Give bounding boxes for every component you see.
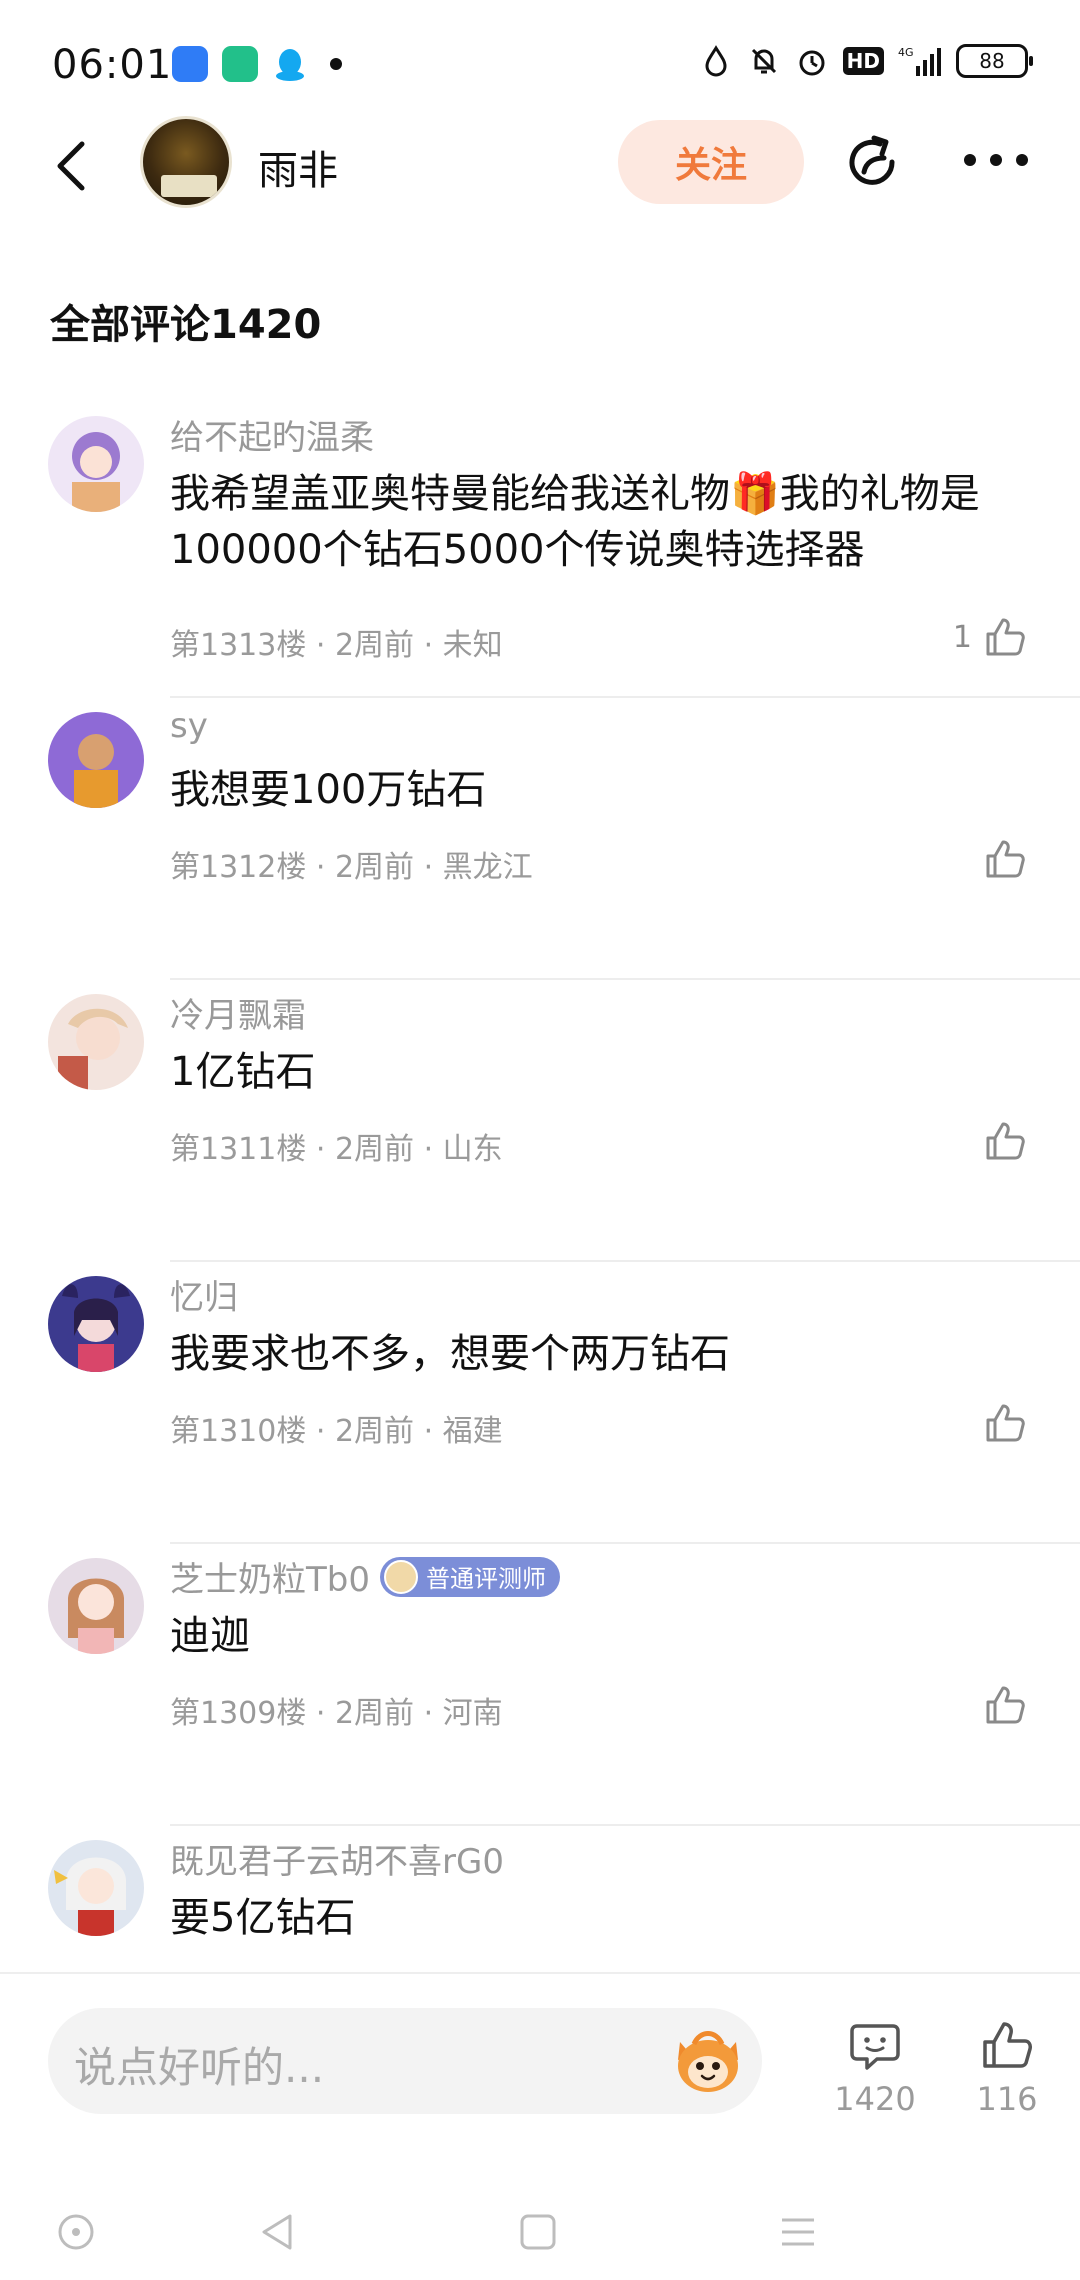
commenter-avatar[interactable]	[48, 994, 144, 1090]
commenter-avatar[interactable]	[48, 1840, 144, 1936]
back-nav-icon[interactable]	[256, 2210, 300, 2254]
system-status-icons: HD 4G 88	[699, 44, 1033, 78]
comment-item: 芝士奶粒Tb0 普通评测师 迪迦 第1309楼 · 2周前 · 河南	[0, 1544, 1080, 1826]
commenter-name-text: 既见君子云胡不喜rG0	[170, 1842, 504, 1882]
assistant-icon[interactable]	[54, 2210, 98, 2254]
commenter-name-text: 芝士奶粒Tb0	[170, 1560, 370, 1600]
badge-mascot-icon	[383, 1559, 418, 1594]
comment-meta: 第1310楼 · 2周前 · 福建	[170, 1414, 503, 1449]
thumbs-up-icon	[983, 2022, 1032, 2068]
commenter-avatar[interactable]	[48, 1558, 144, 1654]
recents-nav-icon[interactable]	[776, 2210, 820, 2254]
battery-app-icon	[222, 46, 258, 82]
like-count: 1	[952, 619, 972, 655]
commenter-name-text: 忆归	[170, 1278, 238, 1318]
commenter-avatar[interactable]	[48, 416, 144, 512]
comment-list[interactable]: 给不起旳温柔 我希望盖亚奥特曼能给我送礼物🎁我的礼物是100000个钻石5000…	[0, 402, 1080, 1972]
commenter-avatar[interactable]	[48, 712, 144, 808]
comment-meta: 第1312楼 · 2周前 · 黑龙江	[170, 850, 533, 885]
alarm-icon	[799, 50, 825, 76]
status-bar: 06:01 HD 4G 88	[0, 0, 1080, 120]
water-drop-icon	[705, 45, 727, 77]
commenter-name[interactable]: 给不起旳温柔	[170, 410, 374, 459]
system-navigation-bar	[0, 2160, 1080, 2280]
thumbs-up-icon	[986, 1122, 1025, 1160]
thumbs-up-icon	[986, 1686, 1025, 1724]
post-header: 雨非 关注	[0, 110, 1080, 220]
comment-icon	[850, 2024, 900, 2070]
comment-count: 1420	[834, 2080, 916, 2118]
comment-item: sy 我想要100万钻石 第1312楼 · 2周前 · 黑龙江	[0, 698, 1080, 980]
thumbs-up-icon	[986, 618, 1025, 656]
comment-item: 既见君子云胡不喜rG0 要5亿钻石	[0, 1826, 1080, 1972]
comment-item: 忆归 我要求也不多，想要个两万钻石 第1310楼 · 2周前 · 福建	[0, 1262, 1080, 1544]
commenter-name-text: 冷月飘霜	[170, 996, 306, 1036]
back-icon[interactable]	[48, 138, 96, 194]
commenter-name[interactable]: 冷月飘霜	[170, 988, 306, 1037]
comment-text: 迪迦	[170, 1613, 250, 1659]
post-like-button[interactable]: 116	[962, 2018, 1052, 2118]
more-dot	[1016, 154, 1028, 166]
like-button[interactable]: 1	[953, 614, 1028, 660]
share-icon[interactable]	[842, 132, 906, 196]
home-nav-icon[interactable]	[516, 2210, 560, 2254]
reviewer-badge: 普通评测师	[379, 1556, 560, 1597]
like-button[interactable]	[982, 1682, 1028, 1728]
commenter-name[interactable]: 忆归	[170, 1270, 238, 1319]
comment-text: 我希望盖亚奥特曼能给我送礼物🎁我的礼物是100000个钻石5000个传说奥特选择…	[170, 471, 980, 573]
more-options-icon[interactable]	[964, 140, 1028, 180]
hd-badge: HD	[842, 47, 884, 75]
like-count: 116	[976, 2080, 1038, 2118]
commenter-avatar[interactable]	[48, 1276, 144, 1372]
notification-icons	[172, 46, 342, 82]
more-dot	[964, 154, 976, 166]
follow-button[interactable]: 关注	[618, 120, 804, 204]
like-button[interactable]	[982, 1118, 1028, 1164]
emoji-mascot-icon[interactable]	[670, 2022, 746, 2098]
comment-meta: 第1313楼 · 2周前 · 未知	[170, 628, 503, 663]
like-button[interactable]	[982, 836, 1028, 882]
comments-button[interactable]: 1420	[830, 2018, 920, 2118]
mute-bell-icon	[751, 48, 776, 74]
signal-4g-icon: 4G	[898, 46, 941, 76]
battery-indicator: 88	[956, 44, 1033, 78]
comment-meta: 第1311楼 · 2周前 · 山东	[170, 1132, 503, 1167]
badge-label: 普通评测师	[425, 1565, 546, 1593]
comment-input[interactable]: 说点好听的...	[48, 2008, 762, 2114]
status-time: 06:01	[52, 42, 173, 88]
commenter-name-text: 给不起旳温柔	[170, 418, 374, 458]
comment-text: 1亿钻石	[170, 1049, 316, 1095]
comment-item: 给不起旳温柔 我希望盖亚奥特曼能给我送礼物🎁我的礼物是100000个钻石5000…	[0, 402, 1080, 698]
thumbs-up-icon	[986, 840, 1025, 878]
poster-name[interactable]: 雨非	[258, 138, 338, 196]
comment-text: 我要求也不多，想要个两万钻石	[170, 1331, 730, 1377]
all-comments-title: 全部评论1420	[50, 302, 322, 348]
commenter-name-text: sy	[170, 706, 208, 746]
commenter-name[interactable]: sy	[170, 706, 208, 746]
comment-text: 我想要100万钻石	[170, 767, 487, 813]
svg-text:4G: 4G	[898, 46, 914, 59]
commenter-name[interactable]: 芝士奶粒Tb0 普通评测师	[170, 1552, 560, 1601]
thumbs-up-icon	[986, 1404, 1025, 1442]
comment-input-placeholder: 说点好听的...	[74, 2043, 325, 2092]
more-dot	[990, 154, 1002, 166]
comment-input-bar: 说点好听的... 1420 116	[0, 1972, 1080, 2132]
comment-text: 要5亿钻石	[170, 1895, 356, 1941]
like-button[interactable]	[982, 1400, 1028, 1446]
commenter-name[interactable]: 既见君子云胡不喜rG0	[170, 1834, 504, 1883]
comment-item: 冷月飘霜 1亿钻石 第1311楼 · 2周前 · 山东	[0, 980, 1080, 1262]
more-notifications-dot	[330, 58, 342, 70]
qq-icon	[276, 49, 304, 81]
poster-avatar[interactable]	[140, 116, 232, 208]
app-notification-icon	[172, 46, 208, 82]
comment-meta: 第1309楼 · 2周前 · 河南	[170, 1696, 503, 1731]
